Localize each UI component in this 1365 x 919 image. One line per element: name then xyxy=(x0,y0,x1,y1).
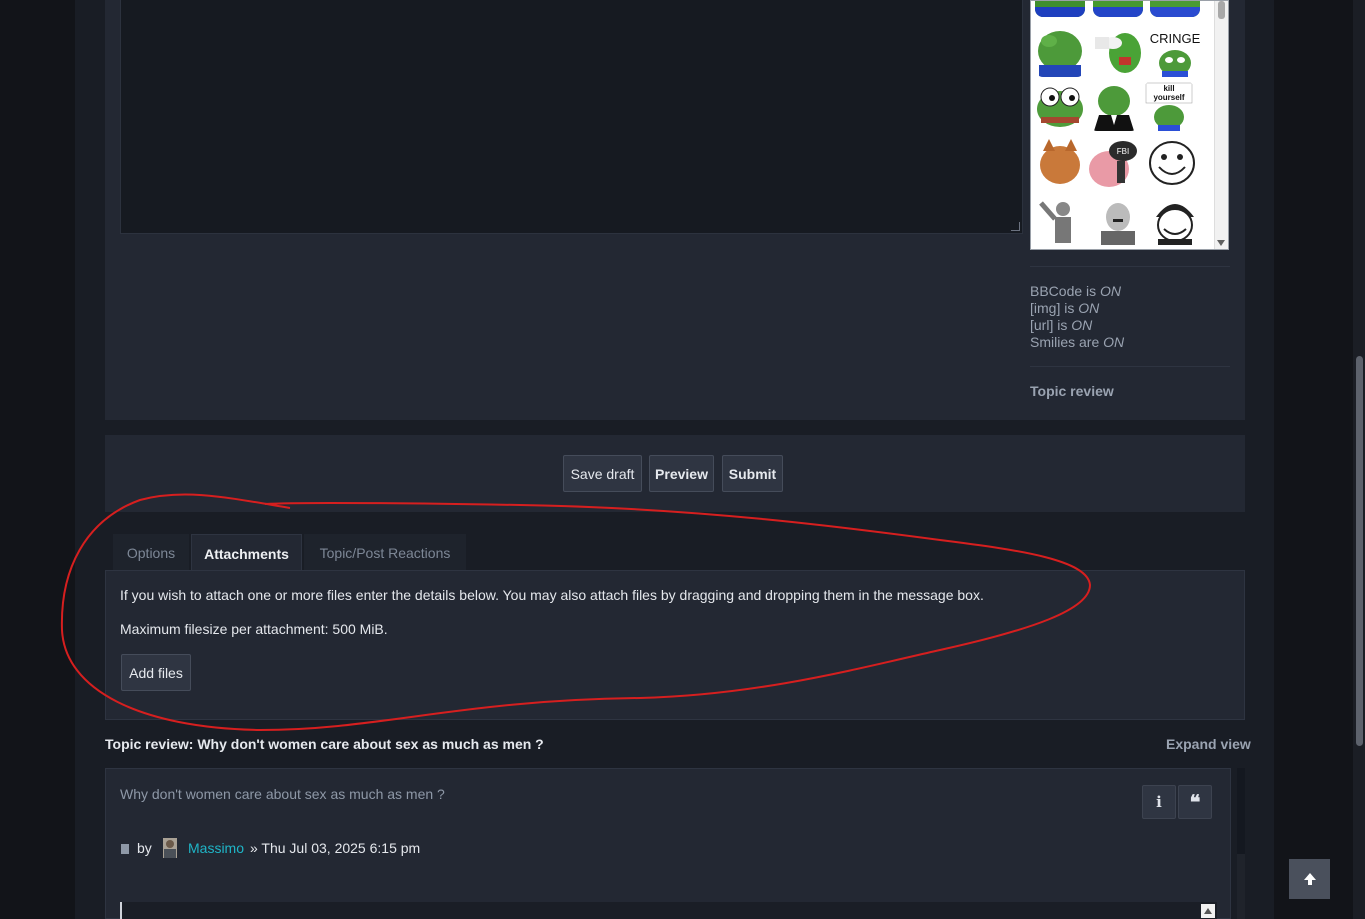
pepe-smiley-3[interactable] xyxy=(1150,1,1200,17)
mustache-man-smiley[interactable] xyxy=(1093,195,1143,245)
author-link[interactable]: Massimo xyxy=(188,840,244,856)
img-status-value: ON xyxy=(1078,300,1100,316)
smilies-status-value: ON xyxy=(1103,334,1125,350)
quote-button[interactable]: ❝ xyxy=(1178,785,1212,819)
info-icon: i xyxy=(1156,793,1162,811)
back-to-top-button[interactable] xyxy=(1289,859,1330,899)
helmet-troll-smiley[interactable] xyxy=(1150,195,1200,245)
svg-text:yourself: yourself xyxy=(1153,93,1184,102)
topic-review-link[interactable]: Topic review xyxy=(1030,383,1114,399)
page-scrollbar[interactable] xyxy=(1353,0,1365,919)
divider xyxy=(1030,366,1230,367)
pepe-smiley-5[interactable] xyxy=(1093,27,1143,77)
pepe-smiley-4[interactable] xyxy=(1035,27,1085,77)
review-scrollbar-thumb[interactable] xyxy=(1237,768,1245,854)
post-content-box xyxy=(120,902,1217,919)
review-scrollbar[interactable] xyxy=(1237,768,1245,919)
pepe-smiley-2[interactable] xyxy=(1093,1,1143,17)
cringe-caption: CRINGE xyxy=(1150,31,1200,46)
submit-button[interactable]: Submit xyxy=(722,455,783,492)
attachments-info-text: If you wish to attach one or more files … xyxy=(120,587,984,603)
post-date: » Thu Jul 03, 2025 6:15 pm xyxy=(250,840,421,856)
message-textarea[interactable] xyxy=(120,0,1023,234)
avatar[interactable] xyxy=(163,838,177,858)
max-filesize-text: Maximum filesize per attachment: 500 MiB… xyxy=(120,621,388,637)
divider xyxy=(1030,266,1230,267)
fbi-caption: FBI xyxy=(1117,147,1129,156)
info-button[interactable]: i xyxy=(1142,785,1176,819)
cat-smiley[interactable] xyxy=(1035,137,1085,187)
smilies-scrollbar[interactable] xyxy=(1214,1,1228,249)
salute-figure-smiley[interactable] xyxy=(1035,195,1085,245)
scroll-down-arrow-icon[interactable] xyxy=(1217,240,1225,246)
patrick-fbi-smiley[interactable]: FBI xyxy=(1087,137,1137,187)
review-post-title[interactable]: Why don't women care about sex as much a… xyxy=(120,786,445,802)
url-status: [url] is ON xyxy=(1030,317,1093,333)
add-files-button[interactable]: Add files xyxy=(121,654,191,691)
quote-icon: ❝ xyxy=(1189,790,1201,814)
arrow-up-icon xyxy=(1303,873,1316,885)
smilies-status: Smilies are ON xyxy=(1030,334,1125,350)
tab-attachments[interactable]: Attachments xyxy=(191,534,302,572)
troll-face-smiley[interactable] xyxy=(1147,137,1197,187)
smilies-box[interactable]: CRINGE kill yourself FBI xyxy=(1030,0,1229,250)
url-status-value: ON xyxy=(1071,317,1093,333)
bbcode-status: BBCode is ON xyxy=(1030,283,1122,299)
tab-options[interactable]: Options xyxy=(113,534,189,571)
pepe-cringe-smiley[interactable]: CRINGE xyxy=(1150,27,1200,77)
tab-topic-post-reactions[interactable]: Topic/Post Reactions xyxy=(304,534,466,571)
save-draft-button[interactable]: Save draft xyxy=(563,455,642,492)
bbcode-status-value: ON xyxy=(1100,283,1122,299)
post-file-icon xyxy=(121,844,129,854)
pepe-kill-yourself-smiley[interactable]: kill yourself xyxy=(1144,81,1194,131)
preview-button[interactable]: Preview xyxy=(649,455,714,492)
pepe-suit-smiley[interactable] xyxy=(1089,81,1139,131)
resize-handle-icon[interactable] xyxy=(1011,222,1020,231)
expand-view-link[interactable]: Expand view xyxy=(1166,736,1251,752)
img-status: [img] is ON xyxy=(1030,300,1100,316)
pepe-smiley-7[interactable] xyxy=(1035,81,1085,131)
by-label: by xyxy=(137,840,152,856)
topic-review-heading: Topic review: Why don't women care about… xyxy=(105,736,544,752)
pepe-smiley-1[interactable] xyxy=(1035,1,1085,17)
svg-text:kill: kill xyxy=(1163,84,1174,93)
smilies-scrollbar-thumb[interactable] xyxy=(1218,1,1225,19)
post-content-scroll-up-icon[interactable] xyxy=(1201,904,1215,918)
page-scrollbar-thumb[interactable] xyxy=(1356,356,1363,746)
